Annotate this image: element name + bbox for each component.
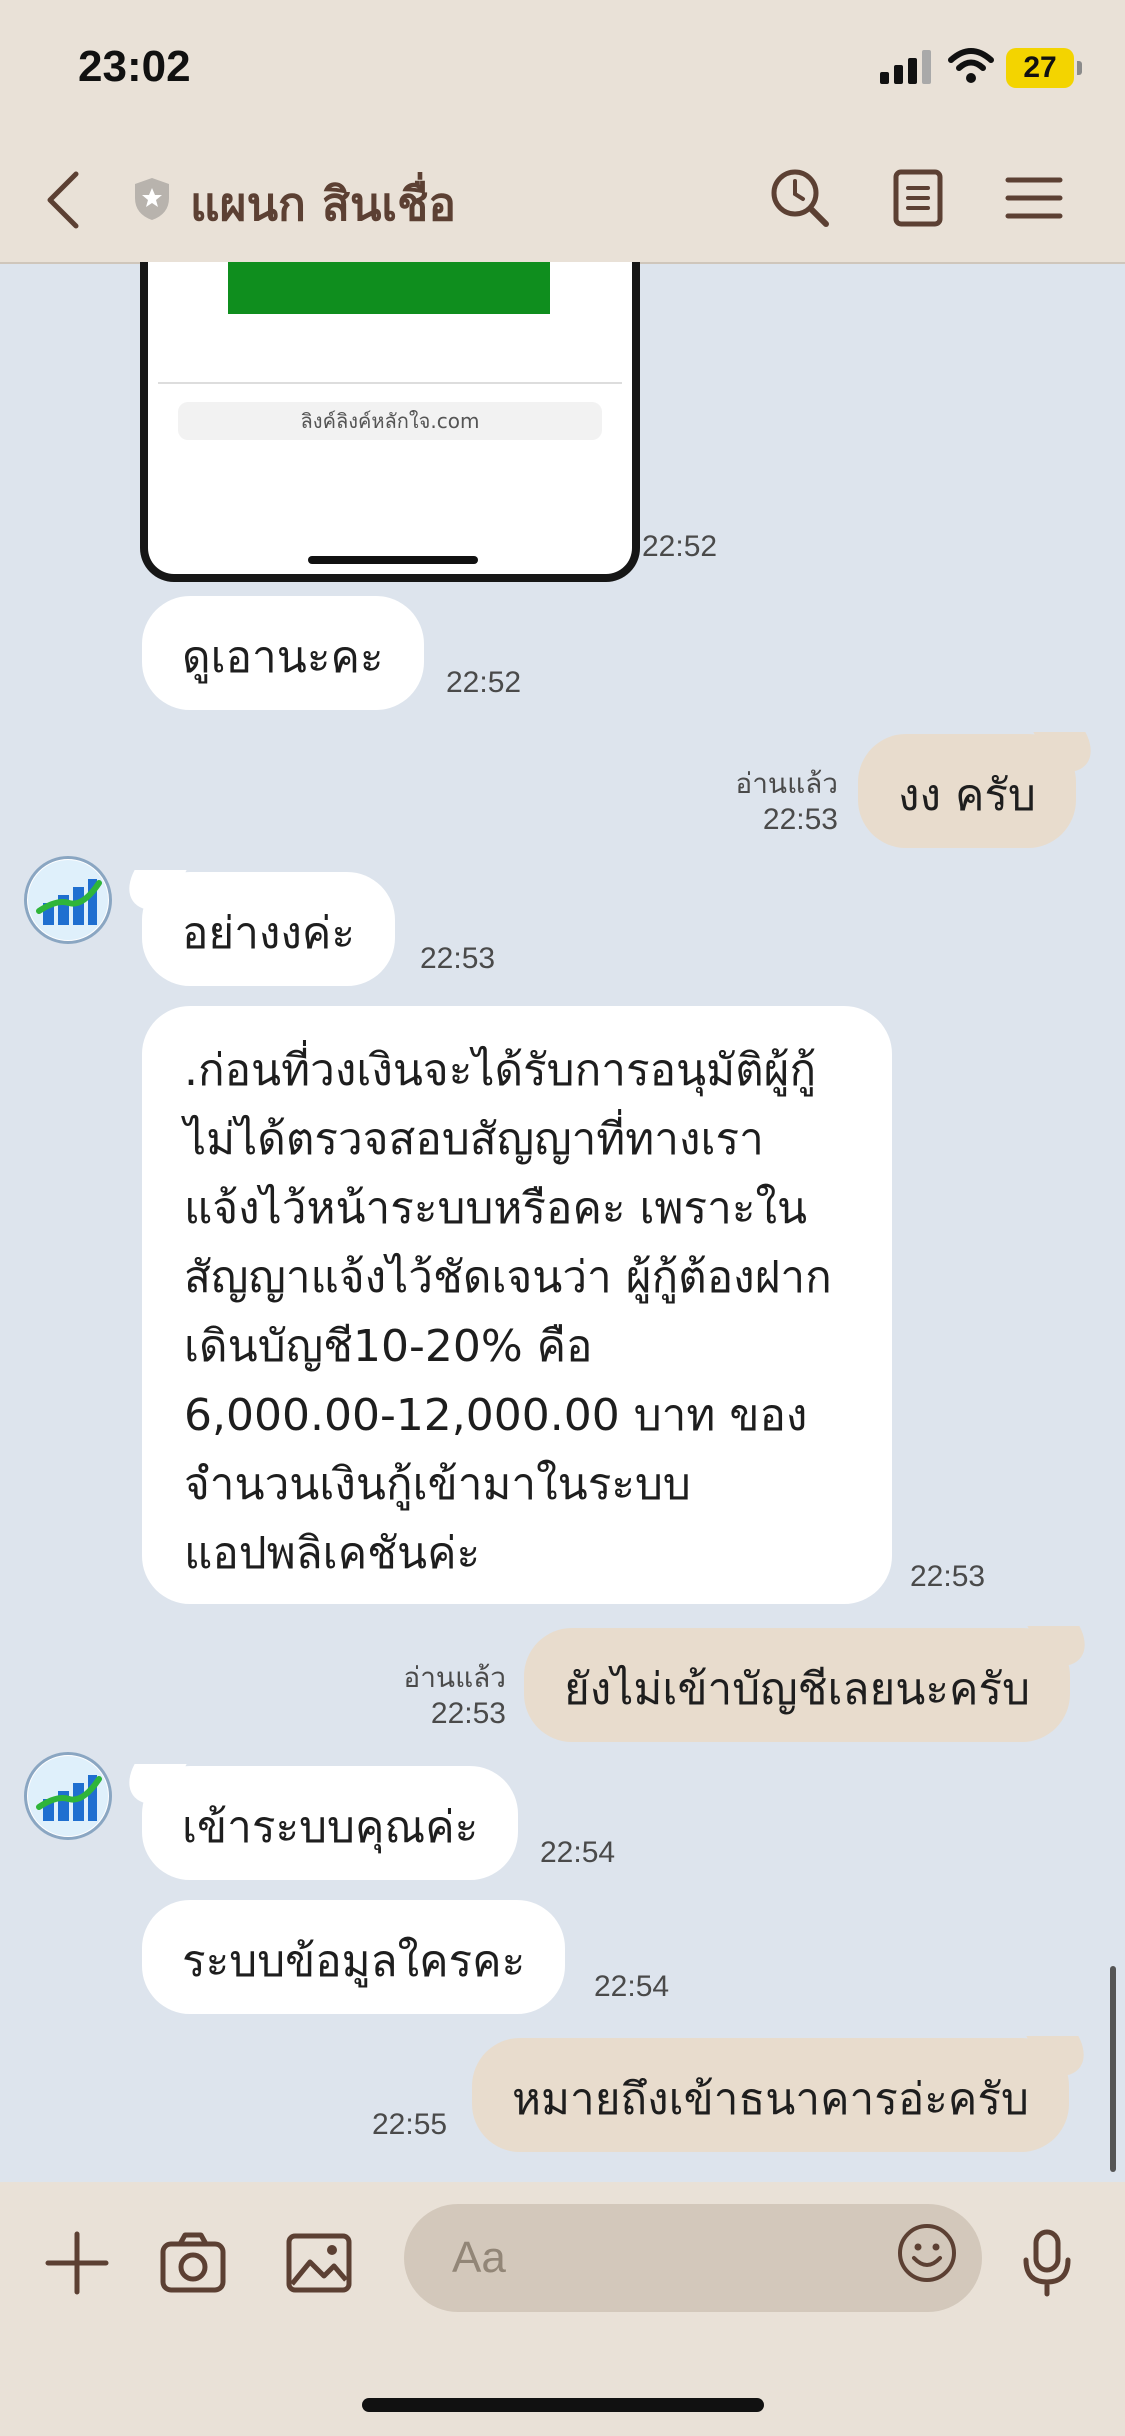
scroll-indicator[interactable] [1110,1966,1116,2172]
outgoing-message[interactable]: ยังไม่เข้าบัญชีเลยนะครับ [524,1628,1070,1742]
message-line: แอปพลิเคชันค่ะ [184,1528,481,1579]
message-time: 22:52 [446,666,522,699]
message-time: 22:53 [762,803,838,836]
read-receipt: อ่านแล้ว 22:53 [370,1660,506,1732]
message-line: เดินบัญชี10-20% คือ [184,1321,593,1372]
outgoing-message[interactable]: หมายถึงเข้าธนาคารอ่ะครับ [472,2038,1069,2152]
message-line: .ก่อนที่วงเงินจะได้รับการอนุมัติผู้กู้ [184,1045,817,1096]
image-url-bar: ลิงค์ลิงค์หลักใจ.com [178,402,602,440]
outgoing-message-text: ยังไม่เข้าบัญชีเลยนะครับ [564,1664,1030,1715]
message-time: 22:55 [372,2108,448,2141]
home-indicator [362,2398,764,2412]
wifi-icon [948,48,994,83]
image-home-indicator [308,556,478,564]
message-time: 22:53 [430,1697,506,1730]
verified-shield-icon [135,178,169,220]
image-green-button [228,262,550,314]
back-arrow-icon[interactable] [40,168,90,232]
image-message[interactable]: ลิงค์ลิงค์หลักใจ.com [140,262,640,582]
status-time: 23:02 [78,42,191,91]
incoming-message-long[interactable]: .ก่อนที่วงเงินจะได้รับการอนุมัติผู้กู้ ไ… [142,1006,892,1604]
chat-title: แผนก สินเชื่อ [190,177,457,231]
incoming-message[interactable]: ดูเอานะคะ [142,596,424,710]
contact-avatar[interactable] [24,1752,112,1840]
message-line: 6,000.00-12,000.00 บาท ของ [184,1390,808,1441]
incoming-message-text: เข้าระบบคุณค่ะ [182,1802,479,1853]
incoming-message[interactable]: ระบบข้อมูลใครคะ [142,1900,566,2014]
battery-indicator: 27 [1006,48,1082,88]
plus-icon[interactable] [42,2228,112,2298]
top-bar: 23:02 27 แผนก สินเชื่อ [0,0,1125,264]
read-label: อ่านแล้ว [403,1661,506,1694]
read-label: อ่านแล้ว [735,767,838,800]
read-receipt: อ่านแล้ว 22:53 [700,766,838,838]
contact-avatar[interactable] [24,856,112,944]
outgoing-message-text: หมายถึงเข้าธนาคารอ่ะครับ [512,2074,1029,2125]
search-icon[interactable] [768,166,832,230]
message-time: 22:52 [642,530,718,563]
message-time: 22:54 [540,1836,616,1869]
message-time: 22:54 [594,1970,670,2003]
microphone-icon[interactable] [1012,2228,1082,2298]
menu-icon[interactable] [1002,166,1066,230]
incoming-message[interactable]: อย่างงค่ะ [142,872,395,986]
outgoing-message-text: งง ครับ [898,770,1036,821]
message-line: ไม่ได้ตรวจสอบสัญญาที่ทางเรา [184,1114,764,1165]
emoji-icon[interactable] [896,2222,958,2284]
camera-icon[interactable] [158,2228,228,2298]
image-gallery-icon[interactable] [284,2228,354,2298]
message-line: จำนวนเงินกู้เข้ามาในระบบ [184,1459,691,1510]
message-time: 22:53 [420,942,496,975]
image-nav-row [158,322,622,384]
message-line: แจ้งไว้หน้าระบบหรือคะ เพราะใน [184,1183,808,1234]
message-time: 22:53 [910,1560,986,1593]
cellular-signal-icon [880,50,931,84]
notes-icon[interactable] [886,166,950,230]
incoming-message-text: อย่างงค่ะ [182,908,355,959]
bar-chart-logo-icon [28,860,108,940]
incoming-message[interactable]: เข้าระบบคุณค่ะ [142,1766,519,1880]
outgoing-message[interactable]: งง ครับ [858,734,1076,848]
bar-chart-logo-icon [28,1756,108,1836]
message-line: สัญญาแจ้งไว้ชัดเจนว่า ผู้กู้ต้องฝาก [184,1252,832,1303]
